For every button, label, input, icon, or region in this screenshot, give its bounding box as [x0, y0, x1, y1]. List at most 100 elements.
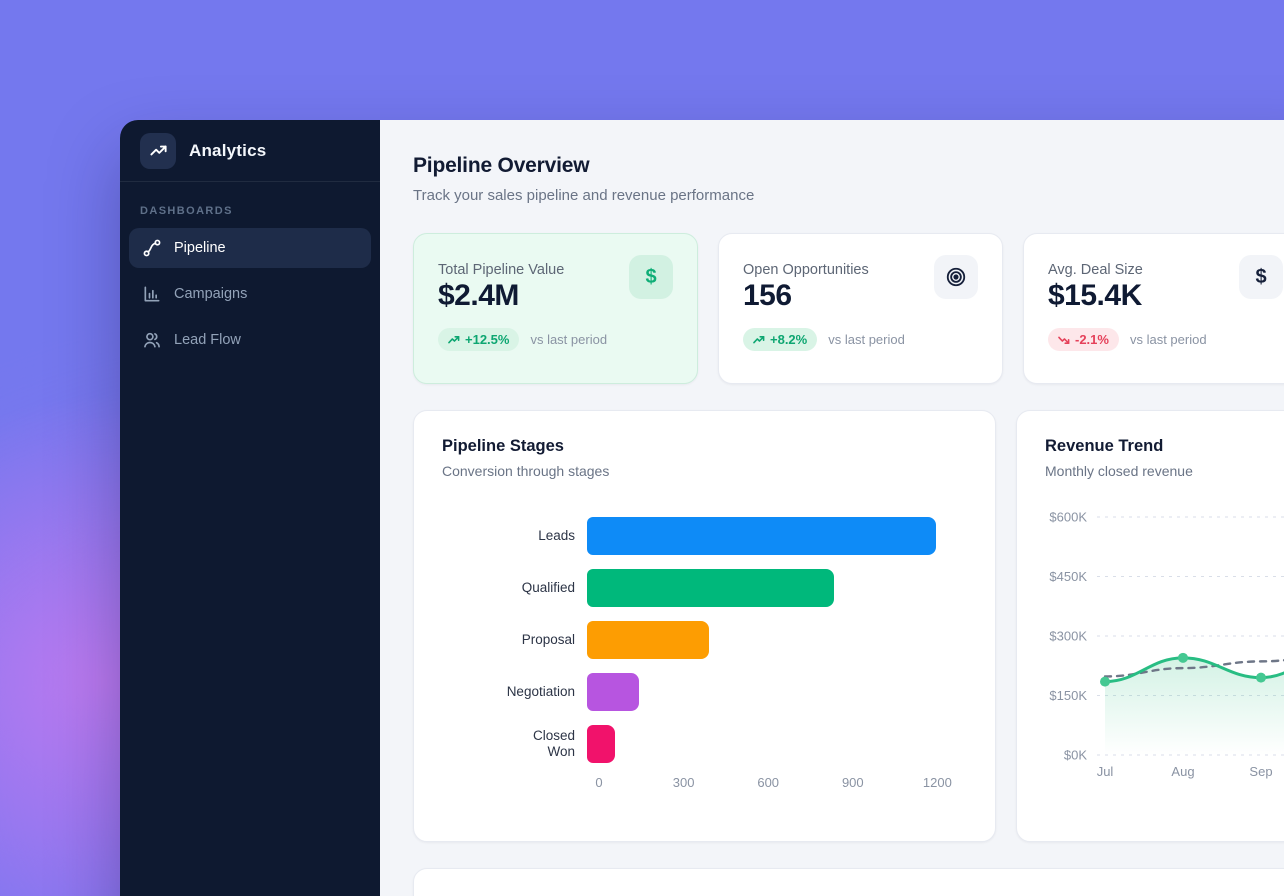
chart-title: Revenue Trend: [1045, 437, 1279, 456]
x-axis-tick: 900: [842, 775, 864, 790]
y-axis-label: $0K: [1064, 748, 1087, 763]
stage-row: Closed Won: [503, 725, 967, 763]
kpi-value: $15.4K: [1048, 279, 1143, 313]
partial-bottom-card: [413, 868, 1284, 896]
x-axis-tick: 0: [595, 775, 602, 790]
page-title: Pipeline Overview: [413, 154, 1284, 178]
kpi-top: Open Opportunities 156: [743, 255, 978, 313]
trend-up-icon: [753, 334, 765, 346]
target-icon: [934, 255, 978, 299]
sidebar-item-pipeline[interactable]: Pipeline: [129, 228, 371, 268]
chart-title: Pipeline Stages: [442, 437, 967, 456]
y-axis-label: $150K: [1049, 688, 1087, 703]
kpi-row: Total Pipeline Value $2.4M $ +12.5% vs l…: [413, 233, 1284, 384]
revenue-trend-card: Revenue Trend Monthly closed revenue $60…: [1016, 410, 1284, 842]
sidebar-item-label: Pipeline: [174, 240, 226, 256]
kpi-text: Total Pipeline Value $2.4M: [438, 255, 564, 313]
kpi-card-total-pipeline-value[interactable]: Total Pipeline Value $2.4M $ +12.5% vs l…: [413, 233, 698, 384]
kpi-top: Avg. Deal Size $15.4K $: [1048, 255, 1283, 313]
stage-bar: [587, 569, 834, 607]
data-point: [1256, 673, 1266, 683]
trending-up-icon: [149, 141, 168, 160]
delta-badge: +12.5%: [438, 328, 519, 351]
chart-subtitle: Monthly closed revenue: [1045, 463, 1279, 479]
compare-label: vs last period: [1130, 332, 1207, 347]
stage-row: Leads: [503, 517, 967, 555]
users-icon: [142, 330, 162, 350]
kpi-card-open-opportunities[interactable]: Open Opportunities 156 +8.2% vs last per…: [718, 233, 1003, 384]
revenue-trend-svg: $600K$450K$300K$150K$0KJulAugSepOct: [1045, 497, 1284, 789]
x-axis-label: Aug: [1171, 764, 1194, 779]
kpi-label: Avg. Deal Size: [1048, 255, 1143, 278]
stage-bar: [587, 673, 639, 711]
kpi-text: Avg. Deal Size $15.4K: [1048, 255, 1143, 313]
chart-subtitle: Conversion through stages: [442, 463, 967, 479]
target-icon: [945, 266, 967, 288]
sidebar-item-lead-flow[interactable]: Lead Flow: [129, 320, 371, 360]
stage-row: Negotiation: [503, 673, 967, 711]
sidebar-item-label: Campaigns: [174, 286, 247, 302]
analytics-logo: [140, 133, 176, 169]
stage-bar: [587, 621, 709, 659]
x-axis-tick: 1200: [923, 775, 952, 790]
kpi-label: Total Pipeline Value: [438, 255, 564, 278]
stage-bar-track: [587, 673, 967, 711]
pipeline-stages-card: Pipeline Stages Conversion through stage…: [413, 410, 996, 842]
y-axis-label: $300K: [1049, 629, 1087, 644]
stage-row: Proposal: [503, 621, 967, 659]
stage-row: Qualified: [503, 569, 967, 607]
page-subtitle: Track your sales pipeline and revenue pe…: [413, 187, 1284, 204]
trend-up-icon: [448, 334, 460, 346]
delta-badge: -2.1%: [1048, 328, 1119, 351]
trend-down-icon: [1058, 334, 1070, 346]
y-axis-label: $600K: [1049, 510, 1087, 525]
kpi-value: 156: [743, 279, 869, 313]
compare-label: vs last period: [828, 332, 905, 347]
bar-chart-icon: [142, 284, 162, 304]
stage-bar-track: [587, 621, 967, 659]
stage-x-axis: 03006009001200: [599, 775, 967, 793]
stage-label: Leads: [503, 528, 587, 544]
dollar-icon: $: [1239, 255, 1283, 299]
y-axis-label: $450K: [1049, 569, 1087, 584]
delta-badge: +8.2%: [743, 328, 817, 351]
dollar-icon: $: [629, 255, 673, 299]
stage-label: Proposal: [503, 632, 587, 648]
kpi-text: Open Opportunities 156: [743, 255, 869, 313]
brand-title: Analytics: [189, 141, 266, 161]
stage-bars: Leads Qualified Proposal Negotiation Closed …: [503, 517, 967, 763]
brand-header: Analytics: [120, 120, 380, 182]
kpi-top: Total Pipeline Value $2.4M $: [438, 255, 673, 313]
data-point: [1178, 653, 1188, 663]
revenue-chart: $600K$450K$300K$150K$0KJulAugSepOct: [1045, 497, 1279, 794]
route-icon: [142, 238, 162, 258]
delta-value: +12.5%: [465, 332, 509, 347]
stage-bar-track: [587, 517, 967, 555]
stage-label: Closed Won: [503, 728, 587, 760]
sidebar-item-label: Lead Flow: [174, 332, 241, 348]
kpi-value: $2.4M: [438, 279, 564, 313]
kpi-delta-row: -2.1% vs last period: [1048, 328, 1283, 351]
app-window: Analytics DASHBOARDS Pipeline Campaigns …: [120, 120, 1284, 896]
kpi-card-avg-deal-size[interactable]: Avg. Deal Size $15.4K $ -2.1% vs last pe…: [1023, 233, 1284, 384]
charts-row: Pipeline Stages Conversion through stage…: [413, 410, 1284, 842]
x-axis-tick: 300: [673, 775, 695, 790]
stage-label: Qualified: [503, 580, 587, 596]
x-axis-label: Jul: [1097, 764, 1114, 779]
delta-value: -2.1%: [1075, 332, 1109, 347]
kpi-delta-row: +8.2% vs last period: [743, 328, 978, 351]
compare-label: vs last period: [530, 332, 607, 347]
x-axis-tick: 600: [757, 775, 779, 790]
stage-bar-track: [587, 569, 967, 607]
kpi-delta-row: +12.5% vs last period: [438, 328, 673, 351]
sidebar-section-label: DASHBOARDS: [140, 205, 360, 217]
stage-label: Negotiation: [503, 684, 587, 700]
sidebar-nav: Pipeline Campaigns Lead Flow: [120, 228, 380, 360]
stage-bar: [587, 517, 936, 555]
stage-bar-track: [587, 725, 967, 763]
x-axis-label: Sep: [1249, 764, 1272, 779]
sidebar-item-campaigns[interactable]: Campaigns: [129, 274, 371, 314]
sidebar: Analytics DASHBOARDS Pipeline Campaigns …: [120, 120, 380, 896]
kpi-label: Open Opportunities: [743, 255, 869, 278]
delta-value: +8.2%: [770, 332, 807, 347]
